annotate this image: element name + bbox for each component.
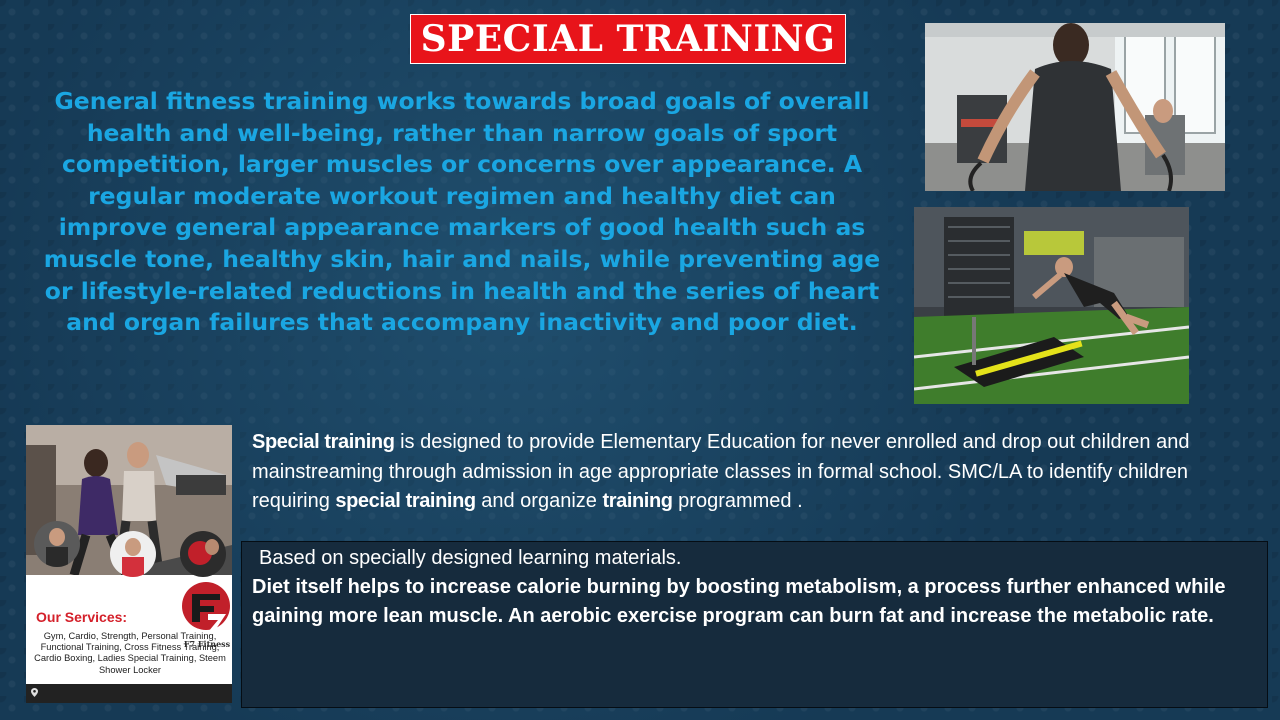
flyer-circle-photo <box>110 531 156 577</box>
fitness-flyer: F7 Fitness Our Services: Gym, Cardio, St… <box>26 425 232 703</box>
flyer-circle-photo <box>34 521 80 567</box>
info-line-diet: Diet itself helps to increase calorie bu… <box>252 576 1226 627</box>
info-line-materials: Based on specially designed learning mat… <box>259 547 682 569</box>
training-bold: training <box>602 490 673 512</box>
intro-paragraph: General fitness training works towards b… <box>43 87 881 337</box>
flyer-footer <box>26 684 232 703</box>
info-box: Based on specially designed learning mat… <box>241 541 1268 708</box>
gym-sled-photo <box>914 207 1189 404</box>
title-banner: SPECIAL TRAINING <box>410 14 846 64</box>
f7-logo-icon <box>178 578 232 634</box>
slide: SPECIAL TRAINING General fitness trainin… <box>0 0 1280 720</box>
map-pin-icon <box>31 688 38 697</box>
slide-title: SPECIAL TRAINING <box>420 18 836 60</box>
flyer-services-title: Our Services: <box>36 609 128 625</box>
special-training-bold: special training <box>335 490 476 512</box>
special-training-paragraph: Special training is designed to provide … <box>252 428 1262 517</box>
gym-rope-photo <box>925 23 1225 191</box>
special-training-text: programmed . <box>672 490 803 512</box>
special-training-bold: Special training <box>252 431 395 453</box>
special-training-text: and organize <box>475 490 603 512</box>
flyer-services-list: Gym, Cardio, Strength, Personal Training… <box>34 631 226 675</box>
flyer-circle-photo <box>180 531 226 577</box>
